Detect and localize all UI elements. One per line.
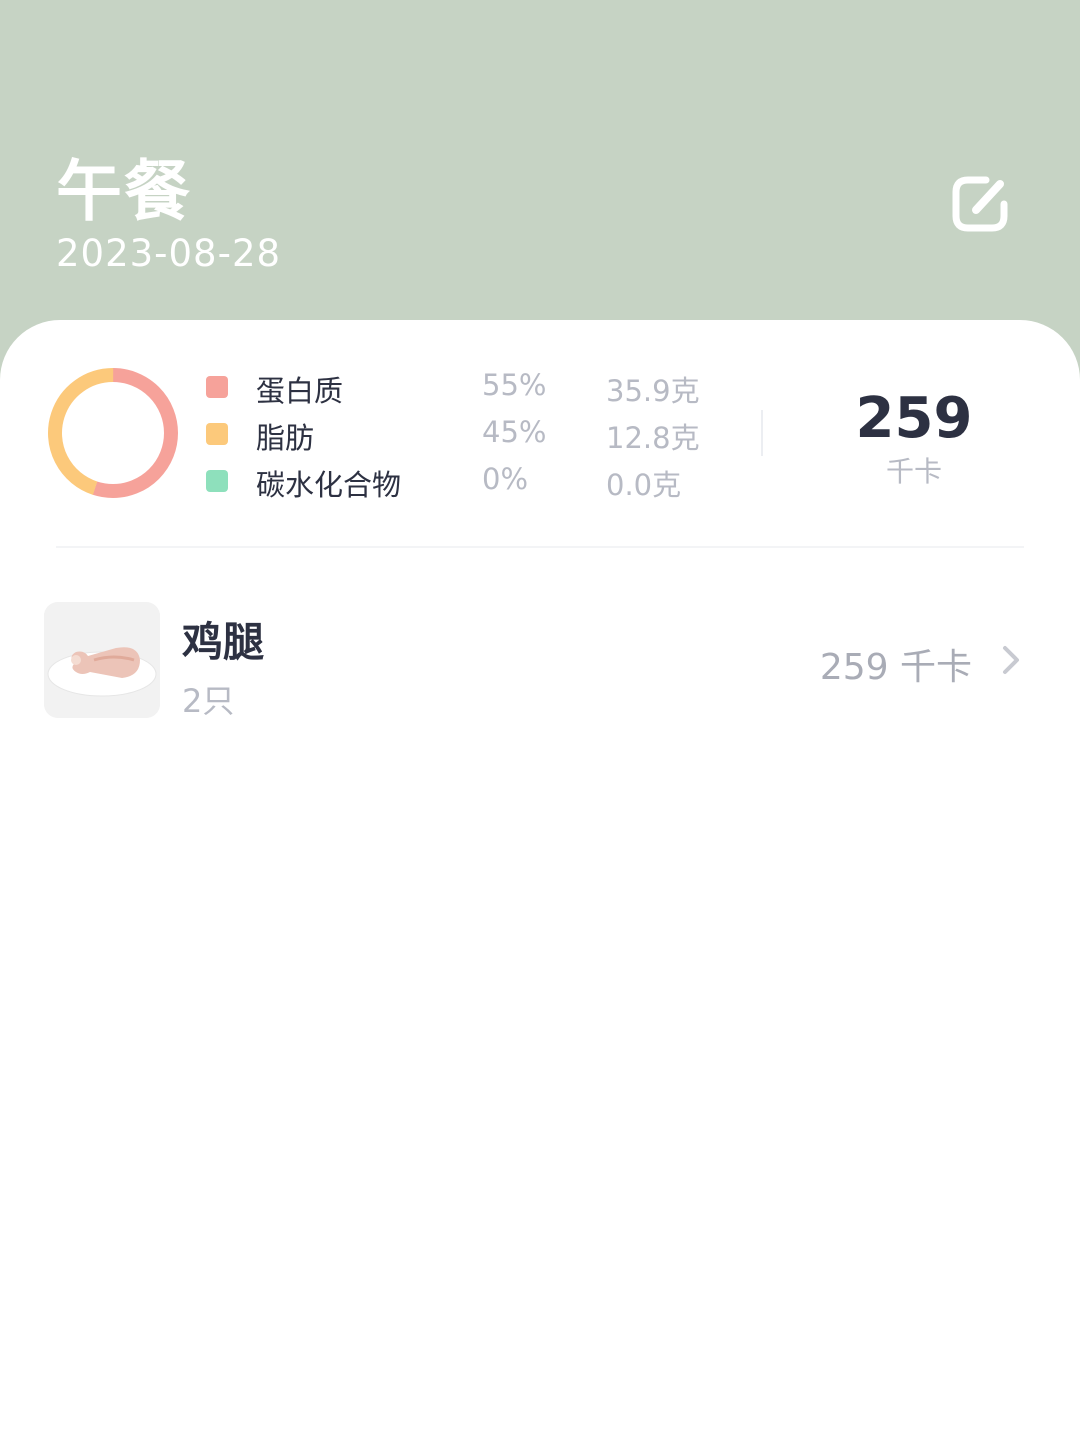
macro-percent: 0% bbox=[482, 462, 529, 496]
food-quantity: 2只 bbox=[182, 682, 235, 720]
chicken-leg-photo bbox=[44, 602, 160, 718]
meal-date: 2023-08-28 bbox=[56, 232, 282, 275]
meal-title: 午餐 bbox=[56, 153, 192, 230]
total-calories-unit: 千卡 bbox=[885, 455, 942, 488]
edit-button[interactable] bbox=[946, 172, 1016, 238]
chevron-right-icon bbox=[1003, 646, 1019, 674]
section-divider bbox=[56, 546, 1024, 548]
total-calories: 259 bbox=[855, 386, 973, 451]
vertical-divider bbox=[761, 410, 763, 456]
macro-amount: 35.9克 bbox=[606, 374, 700, 408]
macro-amount: 12.8克 bbox=[606, 421, 700, 455]
food-name: 鸡腿 bbox=[182, 618, 264, 666]
macro-row-carbs: 碳水化合物 0% 0.0克 bbox=[0, 458, 740, 504]
food-item[interactable]: 鸡腿 2只 259 千卡 bbox=[0, 590, 1080, 730]
macro-amount: 0.0克 bbox=[606, 468, 682, 502]
macro-name: 碳水化合物 bbox=[256, 468, 402, 502]
carbs-color-dot bbox=[206, 470, 228, 492]
header: 午餐 2023-08-28 bbox=[0, 0, 1080, 360]
macro-row-fat: 脂肪 45% 12.8克 bbox=[0, 411, 740, 457]
macro-percent: 55% bbox=[482, 368, 547, 402]
macro-percent: 45% bbox=[482, 415, 547, 449]
macro-name: 脂肪 bbox=[256, 421, 315, 455]
food-calories: 259 千卡 bbox=[819, 647, 972, 688]
protein-color-dot bbox=[206, 376, 228, 398]
macro-row-protein: 蛋白质 55% 35.9克 bbox=[0, 364, 740, 410]
fat-color-dot bbox=[206, 423, 228, 445]
edit-icon bbox=[952, 176, 1008, 232]
macro-name: 蛋白质 bbox=[256, 374, 344, 408]
